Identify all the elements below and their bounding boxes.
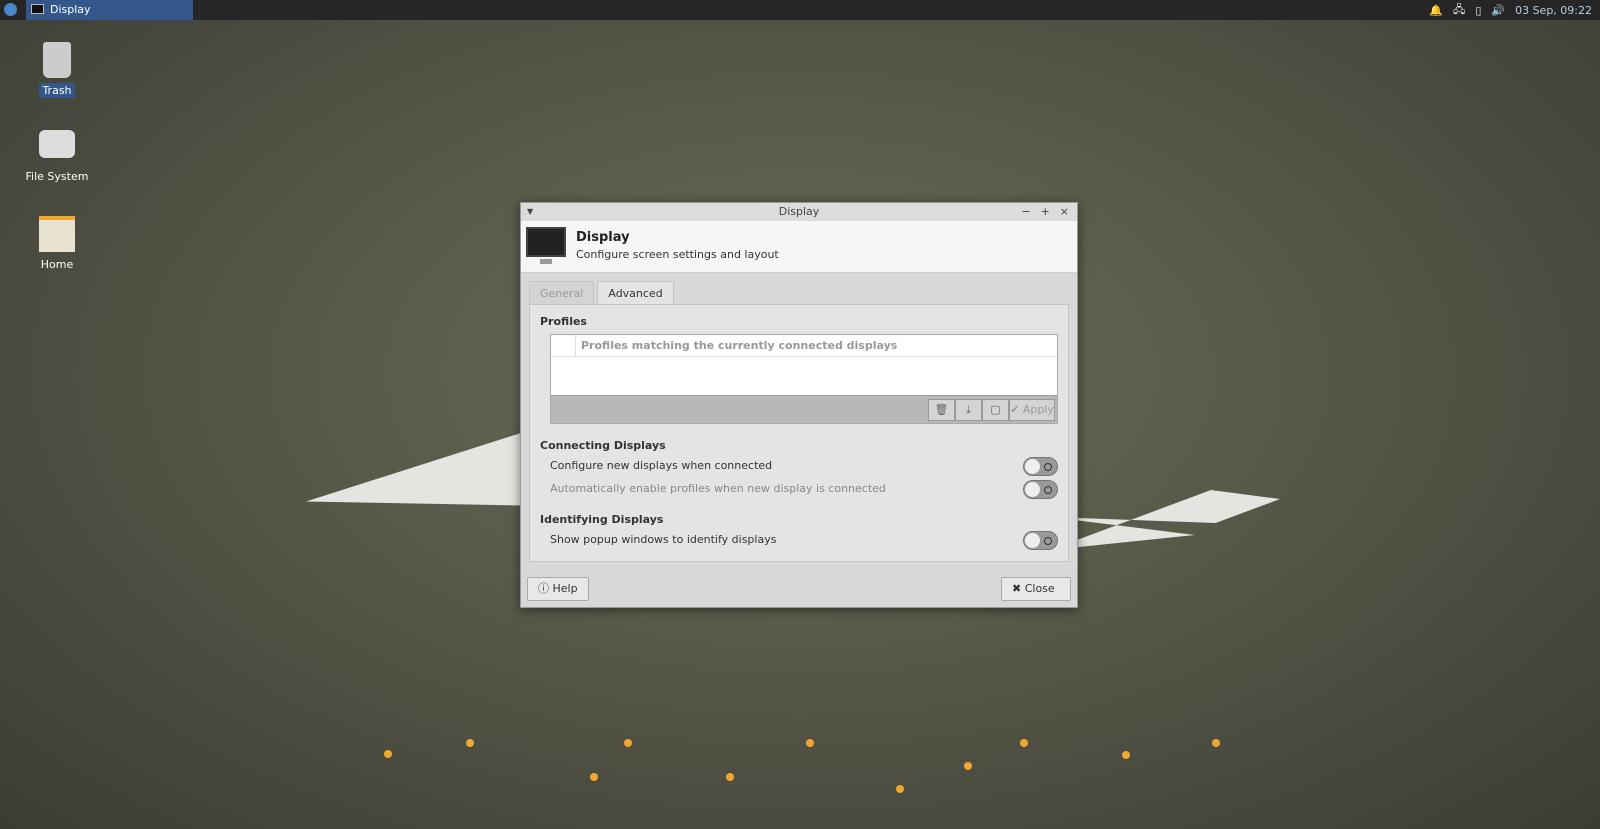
close-x-icon: ✖ xyxy=(1012,582,1022,595)
clock[interactable]: 03 Sep, 09:22 xyxy=(1515,4,1592,17)
wallpaper-dot xyxy=(964,762,972,770)
icon-label: Trash xyxy=(39,83,75,98)
desktop-icon-trash[interactable]: Trash xyxy=(20,42,94,98)
check-icon: ✔ xyxy=(1010,403,1020,416)
profiles-toolbar: 🗑 ⤓ ▢ ✔ Apply xyxy=(551,395,1057,423)
monitor-icon xyxy=(526,227,566,264)
wallpaper-dot xyxy=(1122,751,1130,759)
top-panel: Display 🔔 🖧 ▯ 🔊 03 Sep, 09:22 xyxy=(0,0,1600,20)
apply-label: Apply xyxy=(1022,403,1054,416)
drive-icon xyxy=(39,130,75,158)
wallpaper-dot xyxy=(896,785,904,793)
auto-enable-profiles-toggle[interactable] xyxy=(1023,480,1058,499)
wallpaper-dot xyxy=(466,739,474,747)
option-label: Show popup windows to identify displays xyxy=(550,533,777,546)
profiles-heading: Profiles xyxy=(540,315,587,328)
wallpaper-shape xyxy=(306,425,546,506)
connecting-heading: Connecting Displays xyxy=(540,439,666,452)
new-profile-button[interactable]: ▢ xyxy=(982,399,1009,421)
wallpaper-dot xyxy=(1212,739,1220,747)
trash-icon: 🗑 xyxy=(934,403,949,416)
wallpaper-dot xyxy=(590,773,598,781)
notification-bell-icon[interactable]: 🔔 xyxy=(1429,4,1443,17)
profiles-column-header: Profiles matching the currently connecte… xyxy=(551,335,1057,357)
home-folder-icon xyxy=(39,216,75,252)
system-tray: 🔔 🖧 ▯ 🔊 03 Sep, 09:22 xyxy=(1429,0,1592,20)
close-button[interactable]: ✖ Close xyxy=(1001,577,1071,601)
window-menu-icon[interactable]: ▼ xyxy=(527,203,533,221)
tab-general[interactable]: General xyxy=(529,281,595,305)
close-label: Close xyxy=(1024,582,1055,595)
apply-profile-button[interactable]: ✔ Apply xyxy=(1009,399,1055,421)
desktop-icon-file-system[interactable]: File System xyxy=(20,130,94,183)
window-title: Display xyxy=(778,205,820,218)
volume-icon[interactable]: 🔊 xyxy=(1491,4,1505,17)
wallpaper-dot xyxy=(726,773,734,781)
download-icon: ⤓ xyxy=(966,403,971,416)
minimize-icon[interactable]: − xyxy=(1021,203,1030,221)
display-settings-window: ▼ Display − + × Display Configure screen s… xyxy=(520,202,1078,608)
icon-label: File System xyxy=(25,170,89,183)
wallpaper-dot xyxy=(806,739,814,747)
dialog-header: Display Configure screen settings and la… xyxy=(521,221,1077,273)
header-title: Display xyxy=(576,230,630,245)
identifying-heading: Identifying Displays xyxy=(540,513,664,526)
icon-label: Home xyxy=(40,258,74,271)
identify-popup-toggle[interactable] xyxy=(1023,531,1058,550)
advanced-panel: Profiles Profiles matching the currently… xyxy=(529,304,1069,562)
option-row: Show popup windows to identify displays xyxy=(550,529,1058,551)
new-document-icon: ▢ xyxy=(990,403,1001,416)
wallpaper-dot xyxy=(384,750,392,758)
network-icon[interactable]: 🖧 xyxy=(1453,1,1465,20)
header-subtitle: Configure screen settings and layout xyxy=(576,248,779,261)
app-menu-icon[interactable] xyxy=(4,3,17,16)
option-label: Automatically enable profiles when new d… xyxy=(550,482,886,495)
option-row: Configure new displays when connected xyxy=(550,455,1058,477)
title-bar[interactable]: ▼ Display − + × xyxy=(521,203,1077,221)
maximize-icon[interactable]: + xyxy=(1041,203,1050,221)
option-label: Configure new displays when connected xyxy=(550,459,773,472)
desktop-icon-home[interactable]: Home xyxy=(20,216,94,271)
battery-icon[interactable]: ▯ xyxy=(1475,4,1481,17)
taskbar-item-display[interactable]: Display xyxy=(26,0,193,20)
trash-icon xyxy=(43,42,71,78)
configure-new-displays-toggle[interactable] xyxy=(1023,457,1058,476)
tab-advanced[interactable]: Advanced xyxy=(597,281,674,305)
help-label: Help xyxy=(552,582,578,595)
help-icon: ⓘ xyxy=(538,582,549,595)
option-row: Automatically enable profiles when new d… xyxy=(550,478,1058,500)
task-title: Display xyxy=(50,3,91,16)
wallpaper-shape xyxy=(1050,490,1280,550)
delete-profile-button[interactable]: 🗑 xyxy=(928,399,955,421)
wallpaper-dot xyxy=(1020,739,1028,747)
save-profile-button[interactable]: ⤓ xyxy=(955,399,982,421)
monitor-icon xyxy=(31,4,44,14)
wallpaper-dot xyxy=(624,739,632,747)
help-button[interactable]: ⓘ Help xyxy=(527,577,589,601)
close-icon[interactable]: × xyxy=(1060,203,1069,221)
profiles-list[interactable]: Profiles matching the currently connecte… xyxy=(550,334,1058,424)
